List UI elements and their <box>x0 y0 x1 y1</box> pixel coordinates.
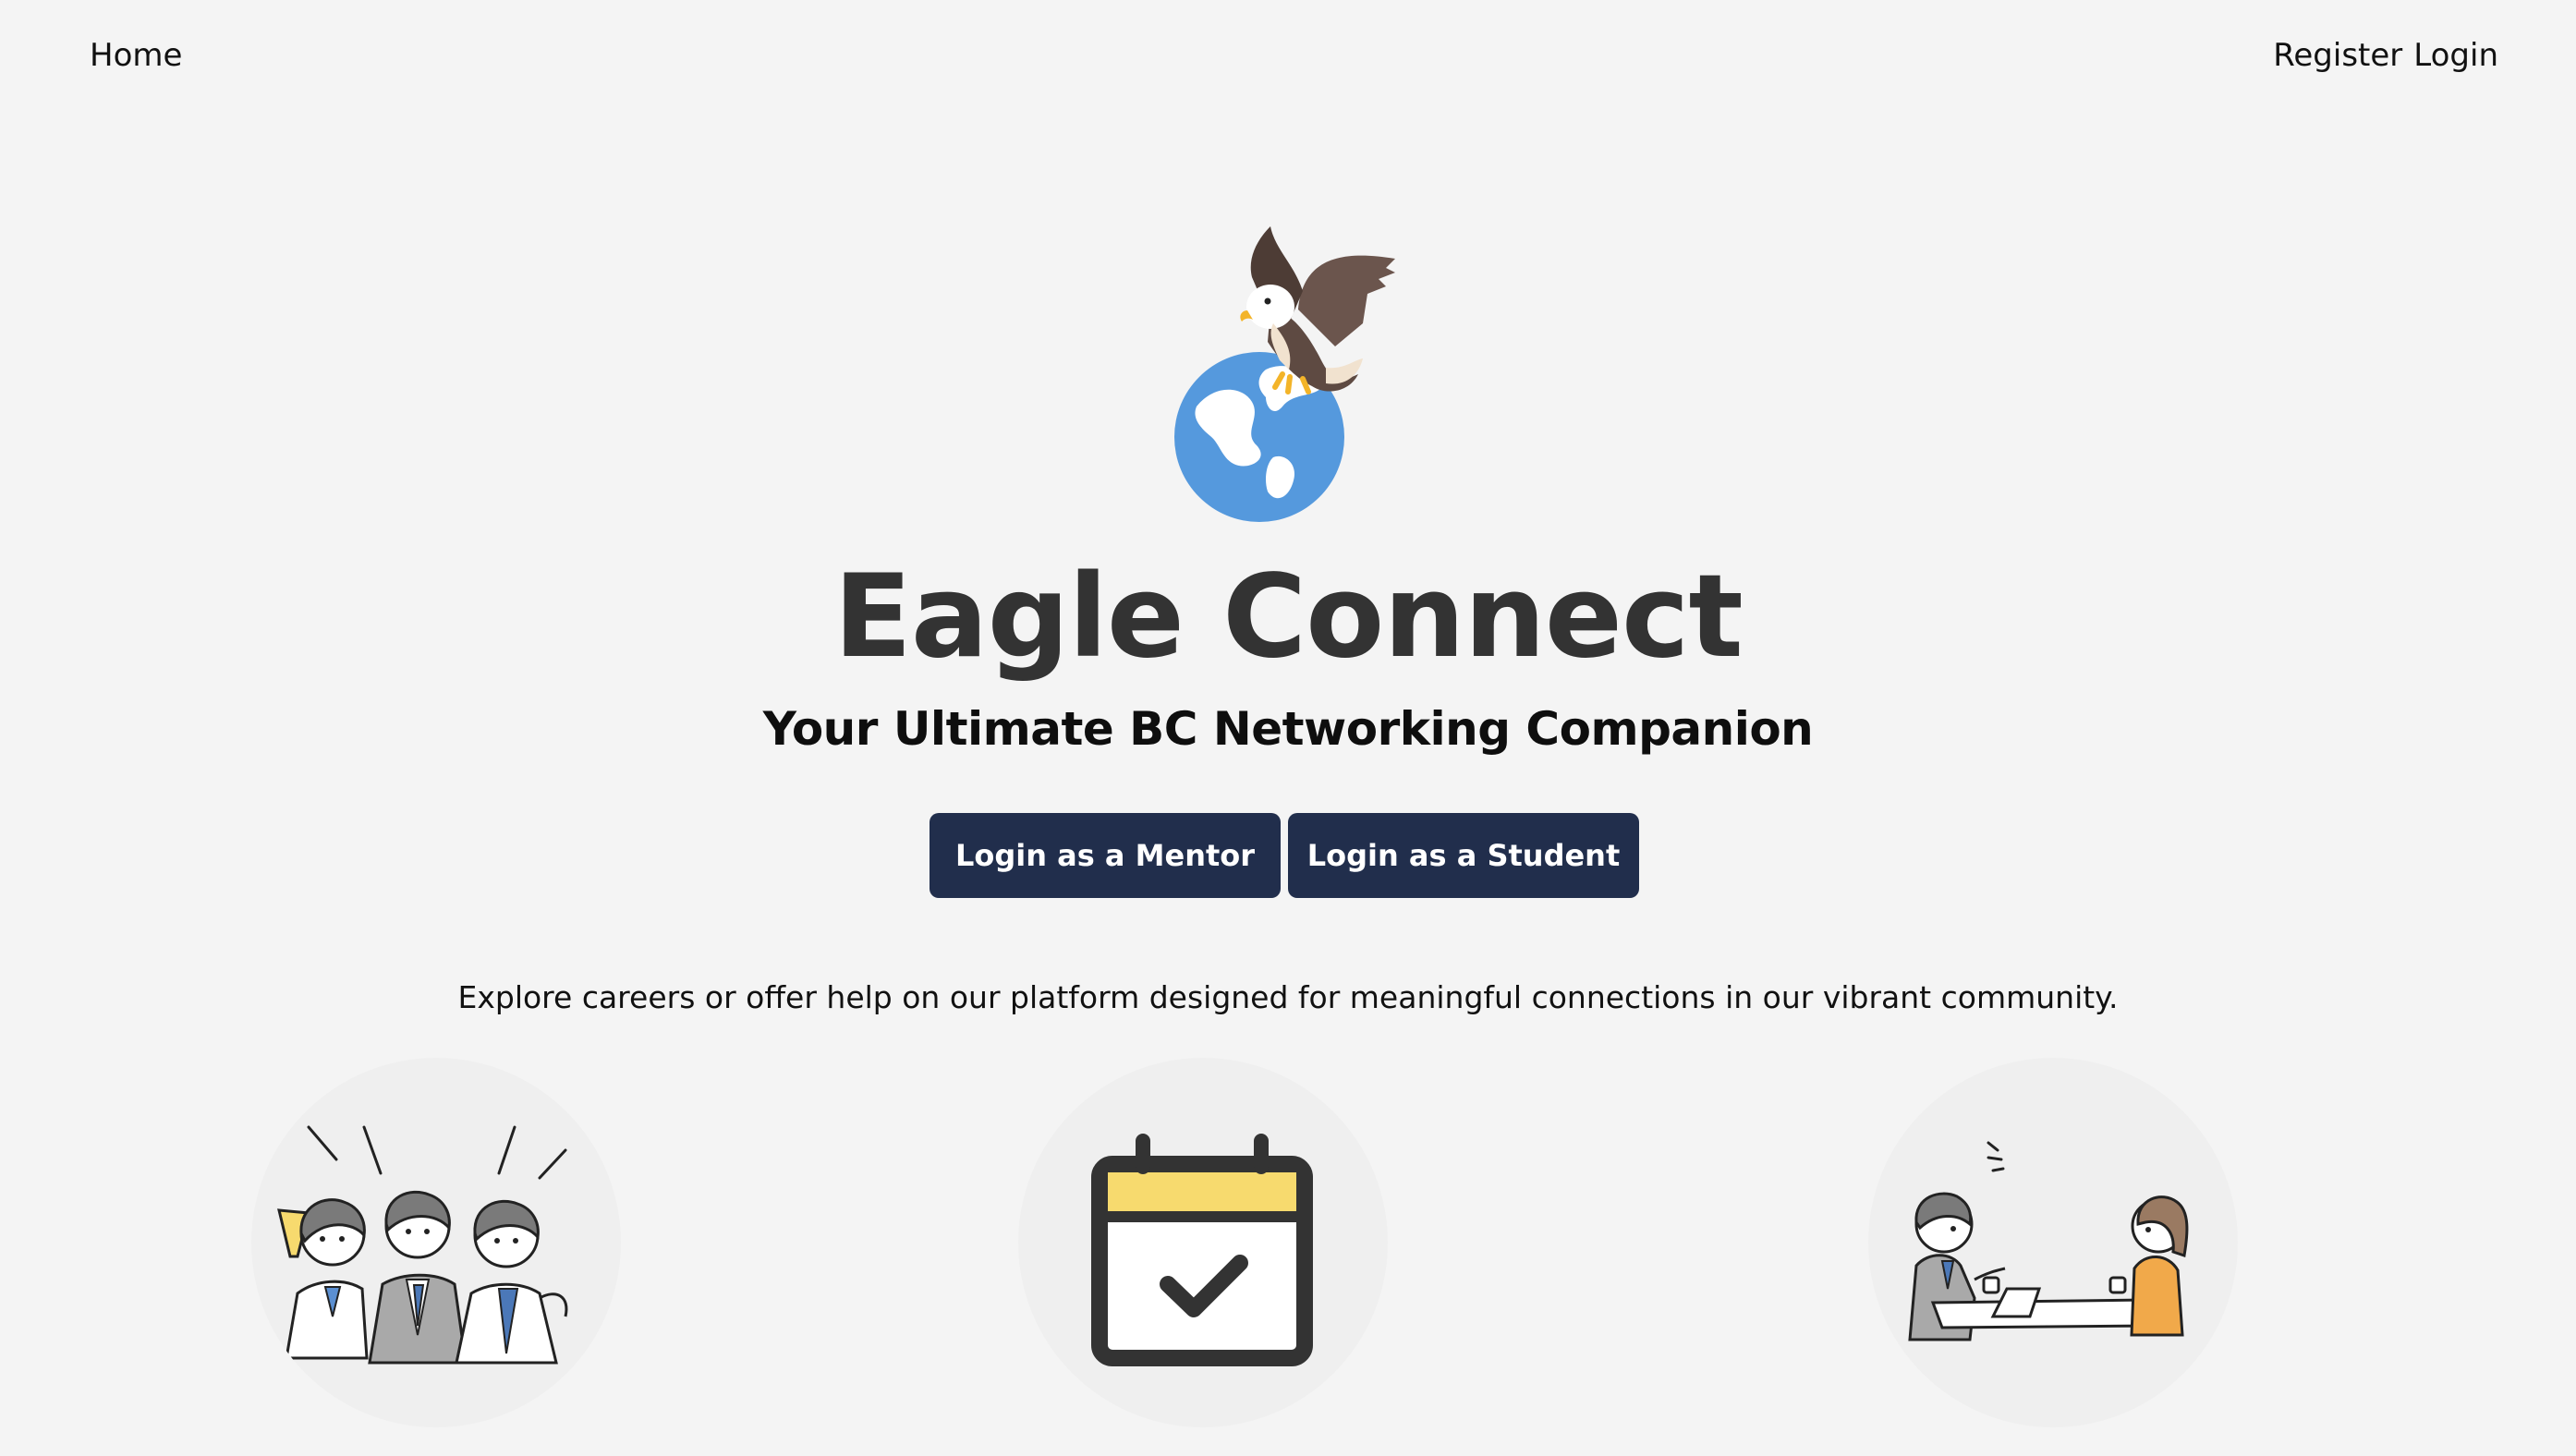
nav-home-link[interactable]: Home <box>90 37 182 74</box>
nav-login-link[interactable]: Login <box>2413 37 2498 74</box>
landing-page: Home Register Login Eagle Connect Your U… <box>0 0 2576 1456</box>
eagle-globe-logo-icon <box>1174 226 1395 522</box>
login-as-student-button[interactable]: Login as a Student <box>1288 813 1639 898</box>
nav-register-link[interactable]: Register <box>2273 37 2402 74</box>
nav-auth-links: Register Login <box>2273 37 2498 74</box>
feature-calendar-circle <box>1018 1058 1388 1427</box>
page-subtitle: Your Ultimate BC Networking Companion <box>762 702 1814 756</box>
page-title: Eagle Connect <box>833 551 1744 684</box>
login-button-group: Login as a Mentor Login as a Student <box>930 813 1639 898</box>
feature-team-circle <box>251 1058 621 1427</box>
mentoring-meeting-illustration-icon <box>1908 1141 2189 1341</box>
feature-meeting-circle <box>1868 1058 2238 1427</box>
calendar-check-icon <box>1091 1134 1313 1366</box>
login-as-mentor-button[interactable]: Login as a Mentor <box>930 813 1281 898</box>
team-cheering-illustration-icon <box>277 1125 568 1365</box>
platform-tagline: Explore careers or offer help on our pla… <box>457 979 2119 1015</box>
